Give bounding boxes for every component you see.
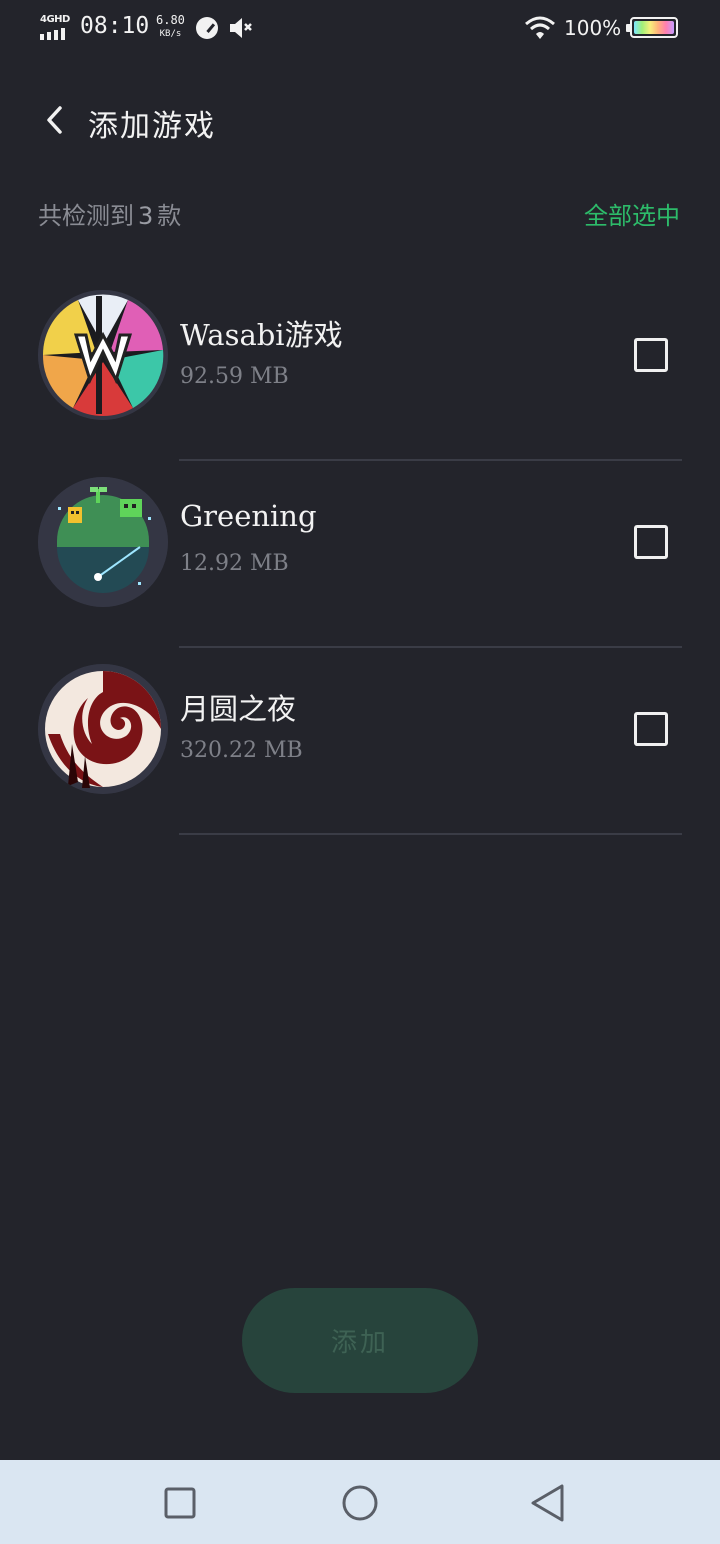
speed-value: 6.80 — [156, 13, 185, 27]
game-size: 92.59 MB — [180, 364, 289, 389]
game-name: Wasabi游戏 — [180, 318, 343, 352]
game-size: 320.22 MB — [180, 738, 303, 763]
network-speed: 6.80 KB/s — [156, 13, 185, 41]
game-list: Wasabi游戏 92.59 MB Greening 12.92 MB 月圆之夜… — [0, 274, 720, 835]
checkbox[interactable] — [634, 525, 668, 559]
list-item-greening[interactable]: Greening 12.92 MB — [0, 461, 720, 648]
select-all-button[interactable]: 全部选中 — [584, 196, 680, 231]
checkbox[interactable] — [634, 712, 668, 746]
status-bar: 4GHD 08:10 6.80 KB/s 100% — [0, 0, 720, 56]
wifi-icon — [524, 16, 556, 44]
list-item-wasabi[interactable]: Wasabi游戏 92.59 MB — [0, 274, 720, 461]
clock: 08:10 — [80, 13, 150, 39]
checkbox[interactable] — [634, 338, 668, 372]
chevron-left-icon — [47, 106, 62, 134]
count-prefix: 共检测到 — [38, 202, 134, 230]
greening-game-icon — [38, 477, 168, 607]
count-suffix: 款 — [157, 202, 182, 230]
signal-icon: 4GHD — [40, 14, 72, 40]
battery-percent: 100% — [564, 16, 622, 40]
detected-count: 共检测到 3 款 — [38, 196, 181, 231]
page-title: 添加游戏 — [88, 109, 216, 144]
recent-apps-button[interactable] — [155, 1478, 205, 1528]
network-type: 4GHD — [40, 14, 70, 25]
game-name: Greening — [180, 499, 317, 533]
full-moon-night-game-icon — [38, 664, 168, 794]
divider — [179, 833, 682, 835]
add-game-screen: 4GHD 08:10 6.80 KB/s 100% 添加游戏 共检测到 3 款 … — [0, 0, 720, 1544]
list-item-full-moon-night[interactable]: 月圆之夜 320.22 MB — [0, 648, 720, 835]
game-name: 月圆之夜 — [180, 692, 297, 726]
game-size: 12.92 MB — [180, 551, 289, 576]
battery-icon — [626, 17, 678, 38]
navigation-bar — [0, 1460, 720, 1544]
back-button[interactable] — [36, 100, 76, 140]
speedometer-icon — [196, 17, 218, 39]
add-button[interactable]: 添加 — [242, 1288, 478, 1393]
speed-unit: KB/s — [159, 29, 182, 39]
circle-icon — [342, 1485, 378, 1521]
wasabi-game-icon — [38, 290, 168, 420]
triangle-back-icon — [531, 1484, 564, 1522]
count-number: 3 — [138, 202, 154, 230]
system-back-button[interactable] — [522, 1478, 572, 1528]
square-icon — [164, 1487, 196, 1519]
mute-icon — [228, 15, 254, 45]
home-button[interactable] — [335, 1478, 385, 1528]
